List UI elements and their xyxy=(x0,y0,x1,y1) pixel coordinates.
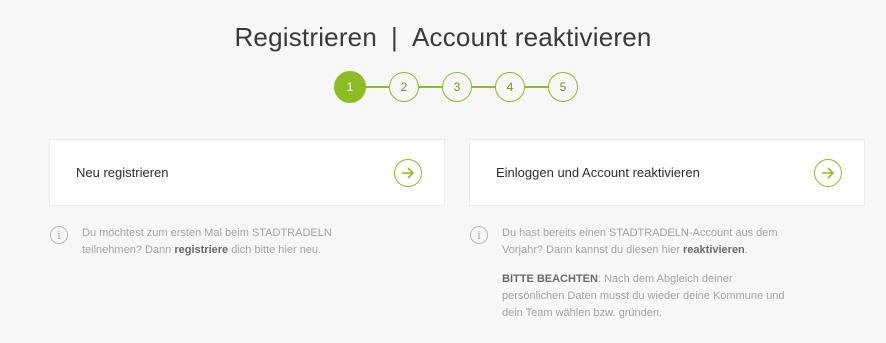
register-info-text-end: dich bitte hier neu. xyxy=(228,244,322,256)
step-4: 4 xyxy=(495,72,525,102)
step-connector xyxy=(366,86,389,88)
title-reactivate: Account reaktivieren xyxy=(411,22,652,52)
step-indicator: 1 2 3 4 5 xyxy=(334,70,578,104)
register-info-bold: registriere xyxy=(174,244,229,256)
login-reactivate-card[interactable]: Einloggen und Account reaktivieren xyxy=(469,139,865,206)
register-info-text: Du möchtest zum ersten Mal beim STADTRAD… xyxy=(82,225,382,259)
step-5: 5 xyxy=(548,72,578,102)
step-3: 3 xyxy=(442,72,472,102)
step-connector xyxy=(472,86,495,88)
title-separator: | xyxy=(391,22,398,52)
info-icon: i xyxy=(470,226,488,244)
title-register: Registrieren xyxy=(234,22,378,52)
register-new-label: Neu registrieren xyxy=(76,165,169,180)
step-1: 1 xyxy=(334,71,366,103)
info-icon: i xyxy=(50,226,68,244)
reactivate-info-bold: reaktivieren xyxy=(683,244,745,256)
page-title: Registrieren | Account reaktivieren xyxy=(0,22,886,53)
register-new-card[interactable]: Neu registrieren xyxy=(49,139,445,206)
step-2: 2 xyxy=(389,72,419,102)
arrow-right-circle-icon[interactable] xyxy=(394,158,422,187)
reactivate-info-text: Du hast bereits einen STADTRADELN-Accoun… xyxy=(502,225,787,322)
step-connector xyxy=(525,86,548,88)
note-heading: BITTE BEACHTEN xyxy=(502,273,598,285)
reactivate-info-text-end: . xyxy=(744,244,748,256)
reactivate-note: BITTE BEACHTEN: Nach dem Abgleich deiner… xyxy=(502,271,787,322)
login-reactivate-label: Einloggen und Account reaktivieren xyxy=(496,165,700,180)
step-connector xyxy=(419,86,442,88)
reactivate-info: i Du hast bereits einen STADTRADELN-Acco… xyxy=(470,225,860,322)
register-info: i Du möchtest zum ersten Mal beim STADTR… xyxy=(50,225,430,259)
arrow-right-circle-icon[interactable] xyxy=(814,158,842,187)
registration-page: Registrieren | Account reaktivieren 1 2 3 … xyxy=(0,0,886,343)
